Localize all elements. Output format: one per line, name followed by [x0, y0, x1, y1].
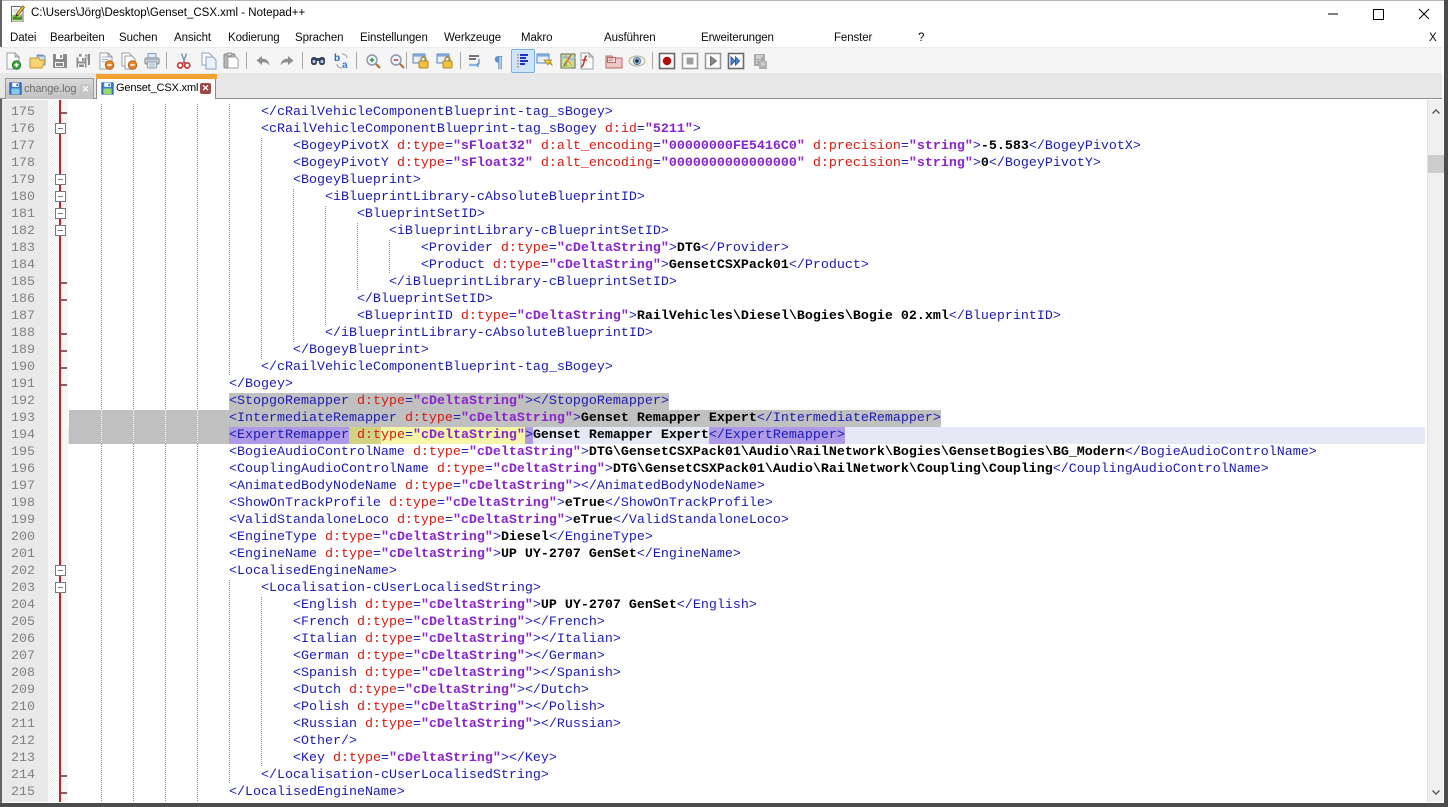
svg-text:b: b — [334, 53, 340, 64]
svg-text:a: a — [342, 60, 348, 70]
svg-text:¶: ¶ — [494, 52, 503, 70]
